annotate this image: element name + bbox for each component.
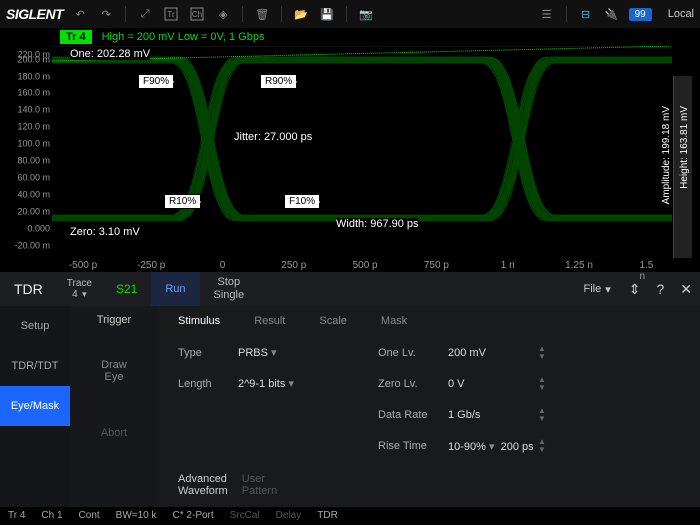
run-button[interactable]: Run xyxy=(151,272,199,306)
trace-info-bar: Tr 4 High = 200 mV Low = 0V, 1 Gbps xyxy=(0,28,700,46)
type-label: Type xyxy=(178,347,238,359)
tdr-panel: TDR Trace 4 ▾ S21 Run Stop Single File▾ … xyxy=(0,272,700,507)
stop-single-button[interactable]: Stop Single xyxy=(200,272,259,306)
rise-time-select[interactable]: 10-90% xyxy=(448,441,486,453)
user-pattern-button[interactable]: User Pattern xyxy=(242,473,277,497)
save-icon[interactable]: 💾 xyxy=(318,5,336,23)
panel-header: TDR Trace 4 ▾ S21 Run Stop Single File▾ … xyxy=(0,272,700,306)
r90-marker[interactable]: R90% xyxy=(260,74,297,89)
folder-open-icon[interactable]: 📂 xyxy=(292,5,310,23)
power-icon[interactable]: 🔌 xyxy=(603,5,621,23)
panel-main: Stimulus Result Scale Mask Type PRBS ▾ O… xyxy=(158,306,700,507)
amplitude-label: Amplitude: 199.18 mV xyxy=(661,106,672,204)
redo-icon[interactable]: ↷ xyxy=(97,5,115,23)
draw-eye-button[interactable]: Draw Eye xyxy=(80,346,148,396)
undo-icon[interactable]: ↶ xyxy=(71,5,89,23)
help-icon[interactable]: ? xyxy=(648,281,672,297)
rise-time-value[interactable]: 200 ps xyxy=(501,441,534,453)
panel-nav: Setup TDR/TDT Eye/Mask xyxy=(0,306,70,507)
svg-text:Ch: Ch xyxy=(192,10,202,19)
one-level-input[interactable]: 200 mV xyxy=(448,347,538,359)
y-axis-labels: 220.0 m 200.0 m 180.0 m 160.0 m 140.0 m … xyxy=(6,46,52,272)
width-label: Width: 967.90 ps xyxy=(336,218,419,230)
nav-eyemask[interactable]: Eye/Mask xyxy=(0,386,70,426)
rise-time-spinner[interactable]: ▲▼ xyxy=(538,438,568,454)
expand-icon[interactable]: ⇕ xyxy=(621,281,649,298)
tab-scale[interactable]: Scale xyxy=(319,315,347,327)
rise-time-label: Rise Time xyxy=(378,440,448,452)
r10-marker[interactable]: R10% xyxy=(164,194,201,209)
trace-boxed-icon[interactable]: Tr xyxy=(162,5,180,23)
advanced-waveform-button[interactable]: Advanced Waveform xyxy=(178,473,228,497)
panel-title: TDR xyxy=(0,281,57,297)
data-rate-label: Data Rate xyxy=(378,409,448,421)
active-trace-badge[interactable]: Tr 4 xyxy=(60,30,92,44)
status-bar-1: Tr 4Ch 1ContBW=10 kC* 2-PortSrcCalDelayT… xyxy=(0,507,700,523)
one-level-label: One: 202.28 mV xyxy=(70,48,150,60)
f10-marker[interactable]: F10% xyxy=(284,194,320,209)
eye-diagram-plot: 220.0 m 200.0 m 180.0 m 160.0 m 140.0 m … xyxy=(6,46,694,272)
data-rate-input[interactable]: 1 Gb/s xyxy=(448,409,538,421)
trash-icon[interactable]: 🗑 xyxy=(253,5,271,23)
tab-mask[interactable]: Mask xyxy=(381,315,407,327)
trace-dropdown[interactable]: Trace 4 ▾ xyxy=(57,278,102,300)
file-menu[interactable]: File▾ xyxy=(573,283,620,296)
tab-result[interactable]: Result xyxy=(254,315,285,327)
trace-params: High = 200 mV Low = 0V, 1 Gbps xyxy=(102,31,265,43)
top-toolbar: SIGLENT ↶ ↷ ⤢ Tr Ch ◈ 🗑 📂 💾 📷 ☰ ⊟ 🔌 99 L… xyxy=(0,0,700,28)
one-level-spinner[interactable]: ▲▼ xyxy=(538,345,568,361)
svg-text:Tr: Tr xyxy=(168,10,176,19)
brand-logo: SIGLENT xyxy=(6,6,63,22)
close-icon[interactable]: ✕ xyxy=(672,281,700,298)
data-rate-spinner[interactable]: ▲▼ xyxy=(538,407,568,423)
marker-icon[interactable]: ◈ xyxy=(214,5,232,23)
network-icon[interactable]: ⊟ xyxy=(577,5,595,23)
nav-setup[interactable]: Setup xyxy=(0,306,70,346)
type-select[interactable]: PRBS xyxy=(238,347,268,359)
count-badge: 99 xyxy=(629,8,652,21)
maximize-icon[interactable]: ⤢ xyxy=(136,5,154,23)
panel-tabs: Stimulus Result Scale Mask xyxy=(158,306,700,336)
length-label: Length xyxy=(178,378,238,390)
one-level-label: One Lv. xyxy=(378,347,448,359)
tab-stimulus[interactable]: Stimulus xyxy=(178,315,220,327)
mode-label[interactable]: Local xyxy=(668,8,694,20)
zero-level-spinner[interactable]: ▲▼ xyxy=(538,376,568,392)
abort-button[interactable]: Abort xyxy=(80,408,148,458)
menu-icon[interactable]: ☰ xyxy=(538,5,556,23)
stimulus-form: Type PRBS ▾ One Lv. 200 mV ▲▼ Length 2^9… xyxy=(158,336,700,463)
zero-level-input[interactable]: 0 V xyxy=(448,378,538,390)
jitter-label: Jitter: 27.000 ps xyxy=(234,131,312,143)
f90-marker[interactable]: F90% xyxy=(138,74,174,89)
nav-tdrtdt[interactable]: TDR/TDT xyxy=(0,346,70,386)
trigger-column: Trigger Draw Eye Abort xyxy=(70,306,158,507)
trigger-header: Trigger xyxy=(97,306,131,334)
zero-level-label: Zero Lv. xyxy=(378,378,448,390)
zero-level-label: Zero: 3.10 mV xyxy=(70,226,140,238)
height-label: Height: 163.81 mV xyxy=(679,106,690,189)
channel-boxed-icon[interactable]: Ch xyxy=(188,5,206,23)
length-select[interactable]: 2^9-1 bits xyxy=(238,378,285,390)
x-axis-labels: -500 p -250 p 0 250 p 500 p 750 p 1 n 1.… xyxy=(52,260,672,272)
camera-icon[interactable]: 📷 xyxy=(357,5,375,23)
s-param-label[interactable]: S21 xyxy=(102,282,151,296)
